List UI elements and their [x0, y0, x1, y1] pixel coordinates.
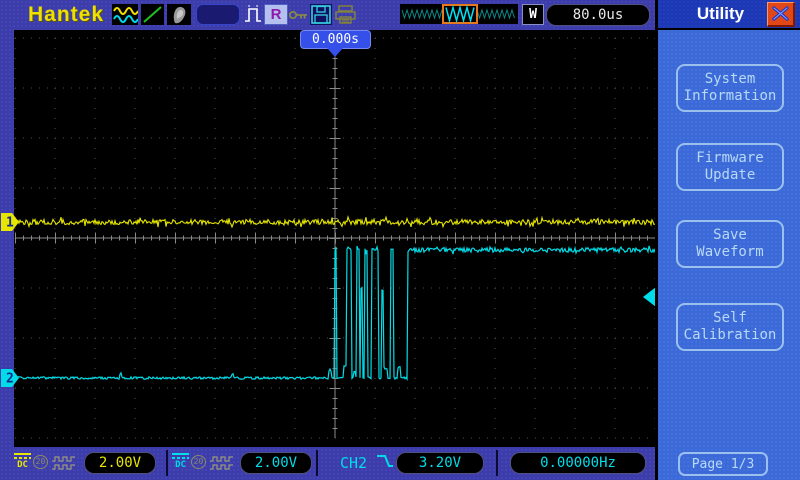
self-calibration-button[interactable]: Self Calibration: [676, 303, 784, 351]
channel-waves-icon[interactable]: [112, 4, 138, 25]
menu-title: Utility: [658, 4, 767, 24]
save-floppy-icon[interactable]: [310, 4, 332, 25]
button-line: System: [705, 71, 756, 88]
ch1-scale-readout: 2.00V: [84, 452, 156, 474]
ch2-coupling-icon: DC: [172, 453, 189, 469]
ch2-marker-digit: 2: [6, 372, 14, 387]
waveform-preview-window[interactable]: [400, 4, 518, 24]
ref-waveform-icon[interactable]: R: [264, 4, 288, 25]
close-button[interactable]: [767, 2, 795, 27]
ch1-marker-digit: 1: [6, 216, 14, 231]
falling-edge-icon: [376, 453, 394, 473]
print-icon[interactable]: [334, 4, 358, 25]
w-label: W: [529, 7, 537, 22]
ch1-coupling-icon: DC: [14, 453, 31, 469]
close-icon: [772, 6, 789, 21]
firmware-update-button[interactable]: Firmware Update: [676, 143, 784, 191]
button-line: Calibration: [684, 327, 777, 344]
scope-display: 1 2: [0, 30, 658, 447]
button-line: Save: [713, 227, 747, 244]
trigger-source-label: CH2: [340, 454, 367, 472]
ch1-coupling-label: DC: [14, 461, 31, 469]
ch1-bandwidth-icon: 20: [33, 455, 48, 469]
page-selector-button[interactable]: Page 1/3: [678, 452, 768, 476]
hand-glyph: [167, 4, 191, 25]
ch2-coupling-label: DC: [172, 461, 189, 469]
ch2-bandwidth-icon: 20: [191, 455, 206, 469]
oscilloscope-app: Hantek R: [0, 0, 800, 480]
r-label: R: [271, 6, 282, 23]
timebase-readout: 80.0us: [546, 4, 650, 26]
hantek-logo: Hantek: [28, 3, 104, 27]
save-waveform-button[interactable]: Save Waveform: [676, 220, 784, 268]
keylock-icon[interactable]: [288, 4, 308, 25]
trigger-level-readout: 3.20V: [396, 452, 484, 474]
key-glyph: [288, 6, 308, 24]
pulse-mode-icon[interactable]: [244, 4, 262, 25]
statusbar-divider: [166, 450, 168, 476]
button-line: Update: [705, 167, 756, 184]
trigger-position-marker[interactable]: 0.000s: [300, 30, 371, 49]
button-line: Self: [713, 310, 747, 327]
trigger-position-pointer: [327, 48, 343, 57]
ch2-scale-readout: 2.00V: [240, 452, 312, 474]
button-line: Information: [684, 88, 777, 105]
cursor-line-icon[interactable]: [141, 4, 164, 25]
statusbar-divider: [316, 450, 318, 476]
floppy-glyph: [310, 4, 332, 25]
button-line: Firmware: [696, 150, 763, 167]
ch2-invert-icon: [210, 455, 234, 474]
channel-waves-glyph: [112, 4, 138, 25]
button-line: Waveform: [696, 244, 763, 261]
diagonal-line-glyph: [141, 4, 164, 25]
page-label: Page 1/3: [692, 457, 755, 472]
preview-waveform-glyph: [400, 4, 518, 24]
trigger-position-label: 0.000s: [312, 32, 359, 47]
statusbar-divider: [496, 450, 498, 476]
pulse-glyph: [244, 4, 262, 25]
ch1-invert-icon: [52, 455, 76, 474]
frequency-counter-readout: 0.00000Hz: [510, 452, 646, 474]
w-mode-icon[interactable]: W: [522, 4, 544, 25]
printer-glyph: [334, 4, 358, 25]
empty-slot-indicator: [196, 4, 240, 25]
system-information-button[interactable]: System Information: [676, 64, 784, 112]
menu-title-bar: Utility: [658, 0, 800, 30]
hand-icon[interactable]: [167, 4, 191, 25]
